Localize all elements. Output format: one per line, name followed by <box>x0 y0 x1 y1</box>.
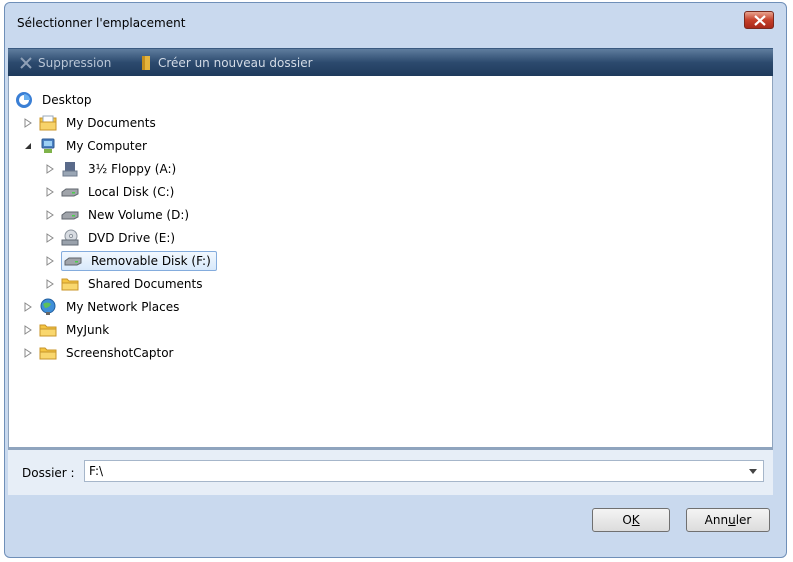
tree-item-label: My Documents <box>66 116 156 130</box>
removable-disk-icon <box>64 257 82 266</box>
cancel-label-pre: Ann <box>704 513 729 527</box>
toolbar: Suppression Créer un nouveau dossier <box>8 48 773 76</box>
close-button[interactable] <box>744 11 774 29</box>
collapse-arrow-icon[interactable] <box>23 141 33 151</box>
ok-label-mnemonic: K <box>631 513 640 527</box>
dvd-drive-icon <box>61 229 79 246</box>
tree-item-label: MyJunk <box>66 323 110 337</box>
folder-path-area: Dossier : F:\ <box>8 450 773 495</box>
tree-item-label: 3½ Floppy (A:) <box>88 162 177 176</box>
my-documents-icon <box>39 115 57 131</box>
tree-item-label: Desktop <box>42 93 92 107</box>
delete-icon <box>20 57 32 69</box>
delete-label: Suppression <box>38 56 112 70</box>
cancel-button[interactable]: Ann u ler <box>686 508 770 532</box>
tree-item-removable-disk-f[interactable]: Removable Disk (F:) <box>45 251 217 271</box>
chevron-down-icon[interactable] <box>749 469 757 474</box>
expand-arrow-icon[interactable] <box>45 279 55 289</box>
tree-item-shared-documents[interactable]: Shared Documents <box>45 274 205 294</box>
delete-button[interactable]: Suppression <box>20 49 111 77</box>
network-places-icon <box>40 298 56 315</box>
close-icon <box>754 15 766 26</box>
tree-item-dvd-drive-e[interactable]: DVD Drive (E:) <box>45 228 178 248</box>
folder-icon <box>39 347 57 360</box>
expand-arrow-icon[interactable] <box>23 118 33 128</box>
folder-label: Dossier : <box>22 466 75 480</box>
folder-icon <box>61 278 79 291</box>
expand-arrow-icon[interactable] <box>45 187 55 197</box>
expand-arrow-icon[interactable] <box>23 325 33 335</box>
tree-item-label: Local Disk (C:) <box>88 185 175 199</box>
new-folder-icon <box>142 56 150 70</box>
tree-item-my-computer[interactable]: My Computer <box>23 136 150 156</box>
folder-path-value: F:\ <box>89 464 104 478</box>
folder-path-input[interactable]: F:\ <box>84 460 764 482</box>
expand-arrow-icon[interactable] <box>45 233 55 243</box>
tree-item-myjunk[interactable]: MyJunk <box>23 320 112 340</box>
tree-item-new-volume-d[interactable]: New Volume (D:) <box>45 205 192 225</box>
expand-arrow-icon[interactable] <box>45 256 55 266</box>
tree-item-local-disk-c[interactable]: Local Disk (C:) <box>45 182 177 202</box>
my-computer-icon <box>41 138 55 153</box>
window-title: Sélectionner l'emplacement <box>17 16 186 30</box>
tree-item-label: My Network Places <box>66 300 180 314</box>
expand-arrow-icon[interactable] <box>23 302 33 312</box>
tree-item-desktop[interactable]: Desktop <box>15 90 95 110</box>
tree-item-my-documents[interactable]: My Documents <box>23 113 159 133</box>
tree-item-label: Removable Disk (F:) <box>91 254 211 268</box>
tree-item-label: Shared Documents <box>88 277 203 291</box>
cancel-label-post: ler <box>735 513 752 527</box>
selection-highlight: Removable Disk (F:) <box>61 251 217 271</box>
folder-tree[interactable]: Desktop My Documents My Computer 3½ Flop… <box>8 76 773 448</box>
hard-disk-icon <box>61 188 79 197</box>
tree-item-label: DVD Drive (E:) <box>88 231 176 245</box>
title-bar[interactable]: Sélectionner l'emplacement <box>5 3 786 43</box>
hard-disk-icon <box>61 211 79 220</box>
tree-item-label: New Volume (D:) <box>88 208 190 222</box>
expand-arrow-icon[interactable] <box>23 348 33 358</box>
new-folder-label: Créer un nouveau dossier <box>158 56 313 70</box>
tree-item-label: My Computer <box>66 139 147 153</box>
cancel-label-mnemonic: u <box>728 513 736 527</box>
expand-arrow-icon[interactable] <box>45 164 55 174</box>
new-folder-button[interactable]: Créer un nouveau dossier <box>140 49 313 77</box>
desktop-icon <box>16 92 32 108</box>
tree-item-my-network-places[interactable]: My Network Places <box>23 297 182 317</box>
floppy-drive-icon <box>62 162 78 177</box>
tree-item-floppy[interactable]: 3½ Floppy (A:) <box>45 159 179 179</box>
tree-item-label: ScreenshotCaptor <box>66 346 174 360</box>
expand-arrow-icon[interactable] <box>45 210 55 220</box>
ok-button[interactable]: OK <box>592 508 670 532</box>
folder-icon <box>39 324 57 337</box>
ok-label-pre: O <box>622 513 632 527</box>
tree-item-screenshotcaptor[interactable]: ScreenshotCaptor <box>23 343 177 363</box>
